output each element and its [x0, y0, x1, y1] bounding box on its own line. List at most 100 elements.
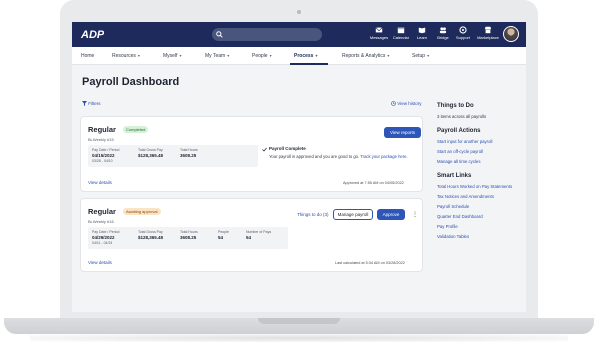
menu-item-my-team[interactable]: My Team ▾ — [205, 53, 229, 59]
filters-button[interactable]: Filters — [82, 101, 101, 107]
menu-item-resources[interactable]: Resources ▾ — [112, 53, 140, 59]
support-label: Support — [455, 35, 470, 40]
action-link[interactable]: Start an off-cycle payroll — [437, 149, 483, 154]
payroll-complete-message: Your payroll is approved and you are goo… — [269, 153, 419, 160]
chevron-down-icon: ▾ — [427, 53, 430, 58]
action-link[interactable]: Manage all time cycles — [437, 159, 480, 164]
adp-logo[interactable]: ADP — [80, 27, 104, 41]
stat-value: 04/15/2022 — [92, 153, 115, 158]
filter-icon — [82, 101, 87, 107]
marketplace-button[interactable]: Marketplace — [475, 26, 501, 40]
menu-item-label: Setup — [412, 53, 426, 59]
page-title: Payroll Dashboard — [82, 76, 180, 88]
stat-total-hours: Total Hours 3608.25 — [180, 230, 198, 240]
learn-button[interactable]: Learn — [411, 26, 433, 40]
bridge-label: Bridge — [437, 35, 449, 40]
manage-payroll-button[interactable]: Manage payroll — [333, 209, 373, 220]
smart-links-heading: Smart Links — [437, 173, 472, 179]
stat-value: 3608.25 — [180, 153, 197, 158]
calendar-button[interactable]: Calendar — [390, 26, 412, 40]
support-button[interactable]: Support — [452, 26, 474, 40]
chevron-down-icon: ▾ — [179, 53, 182, 58]
stat-gross-pay: Total Gross Pay $128,365.48 — [138, 148, 163, 158]
laptop-notch — [258, 318, 340, 324]
screen: ADP Messages Calendar Learn Bridge Suppo… — [72, 22, 526, 312]
search-input[interactable] — [212, 28, 322, 41]
menu-item-home[interactable]: Home — [81, 53, 94, 59]
bridge-button[interactable]: Bridge — [432, 26, 454, 40]
payroll-actions-heading: Payroll Actions — [437, 128, 481, 134]
stat-value: 54 — [218, 235, 224, 240]
smart-link[interactable]: Pay Profile — [437, 224, 458, 229]
view-history-link[interactable]: View history — [391, 101, 422, 107]
menu-item-myself[interactable]: Myself ▾ — [163, 53, 181, 59]
stat-value: 3608.25 — [180, 235, 197, 240]
payroll-complete-title: Payroll Complete — [269, 146, 306, 151]
status-badge: Awaiting approval — [123, 208, 161, 215]
payroll-type: Regular — [88, 207, 116, 216]
messages-button[interactable]: Messages — [368, 26, 390, 40]
menu-item-label: My Team — [205, 53, 226, 59]
stat-value: 54 — [246, 235, 252, 240]
stat-total-hours: Total Hours 3608.25 — [180, 148, 198, 158]
chevron-down-icon: ▾ — [269, 53, 272, 58]
chevron-down-icon: ▾ — [227, 53, 230, 58]
menu-item-label: Myself — [163, 53, 178, 59]
menu-item-people[interactable]: People ▾ — [252, 53, 272, 59]
view-details-link[interactable]: View details — [88, 260, 112, 265]
people-icon — [439, 27, 447, 34]
smart-link[interactable]: Validation Tables — [437, 234, 469, 239]
stat-gross-pay: Total Gross Pay $128,365.48 — [138, 230, 163, 240]
view-details-link[interactable]: View details — [88, 180, 112, 185]
approve-button[interactable]: Approve — [377, 209, 405, 220]
search-icon — [216, 31, 223, 38]
things-to-do-heading: Things to Do — [437, 103, 474, 109]
stat-label: Total Hours — [180, 148, 198, 152]
stat-label: Number of Pays — [246, 230, 272, 234]
mail-icon — [375, 27, 383, 33]
clock-icon — [391, 101, 396, 107]
learn-label: Learn — [416, 35, 428, 40]
smart-link[interactable]: Quarter End Dashboard — [437, 214, 483, 219]
laptop-frame: ADP Messages Calendar Learn Bridge Suppo… — [0, 0, 598, 360]
stat-period: 04/11 - 04/24 — [92, 241, 113, 245]
payroll-cycle: Bi-Weekly #16 — [88, 219, 114, 224]
more-options-icon[interactable]: ⋮ — [412, 211, 418, 218]
stat-number-of-pays: Number of Pays 54 — [246, 230, 271, 240]
track-package-link[interactable]: Track your package here. — [360, 154, 407, 159]
view-history-label: View history — [397, 101, 422, 106]
filters-label: Filters — [88, 101, 101, 106]
stat-pay-date: Pay Date / Period 04/15/2022 03/28 - 04/… — [92, 148, 119, 163]
payroll-stats: Pay Date / Period 04/15/2022 03/28 - 04/… — [88, 145, 258, 167]
view-reports-button[interactable]: View reports — [384, 127, 421, 138]
calculated-timestamp: Last calculated at 5:34 AM on 03/28/2022 — [335, 261, 405, 265]
smart-link[interactable]: Total Hours Worked on Pay Statements — [437, 184, 512, 189]
menu-item-label: Resources — [112, 53, 136, 59]
messages-label: Messages — [369, 35, 389, 40]
payroll-stats: Pay Date / Period 04/29/2022 04/11 - 04/… — [88, 227, 288, 249]
menu-item-reports-analytics[interactable]: Reports & Analytics ▾ — [342, 53, 389, 59]
calendar-icon — [397, 27, 405, 34]
store-icon — [484, 26, 492, 34]
smart-link[interactable]: Payroll Schedule — [437, 204, 469, 209]
stat-label: Pay Date / Period — [92, 148, 120, 152]
chevron-down-icon: ▾ — [387, 53, 390, 58]
avatar[interactable] — [503, 26, 519, 42]
menu-item-setup[interactable]: Setup ▾ — [412, 53, 429, 59]
menu-item-process[interactable]: Process ▾ — [294, 53, 317, 59]
approved-timestamp: Approved at 7:55 AM on 04/05/2022 — [343, 181, 404, 185]
things-to-do-count: 3 items across all payrolls — [437, 114, 487, 119]
checkmark-icon — [262, 147, 267, 152]
stat-label: Total Gross Pay — [138, 230, 163, 234]
menu-item-label: People — [252, 53, 268, 59]
smart-link[interactable]: Tax Notices and Amendments — [437, 194, 494, 199]
stat-people: People 54 — [218, 230, 229, 240]
complete-text: Your payroll is approved and you are goo… — [269, 154, 360, 159]
things-to-do-link[interactable]: Things to do (3) — [297, 212, 329, 217]
stat-label: Total Gross Pay — [138, 148, 163, 152]
stat-label: People — [218, 230, 229, 234]
payroll-cycle: Bi-Weekly #15 — [88, 137, 114, 142]
chevron-down-icon: ▾ — [315, 53, 318, 58]
action-link[interactable]: Start input for another payroll — [437, 139, 492, 144]
stat-label: Pay Date / Period — [92, 230, 120, 234]
